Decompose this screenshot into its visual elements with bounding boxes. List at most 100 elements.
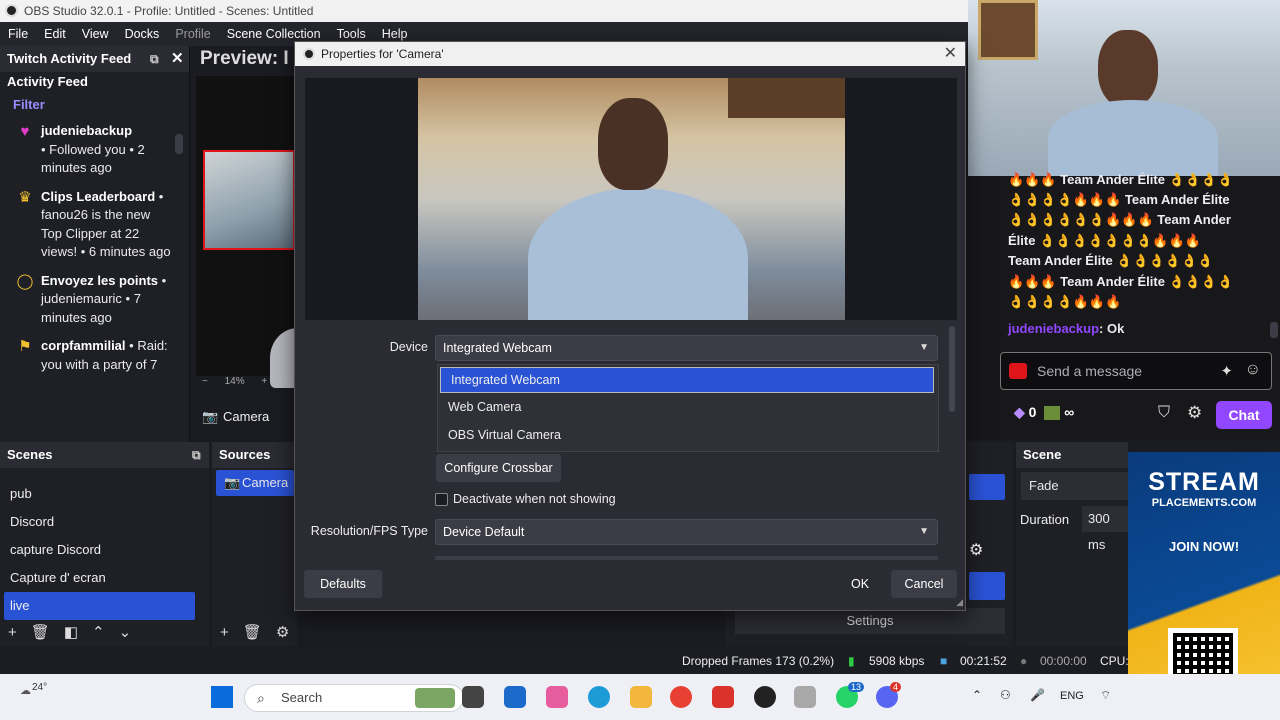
task-view-icon[interactable]: [462, 686, 484, 708]
dropdown-option[interactable]: Web Camera: [438, 393, 938, 421]
move-up-icon[interactable]: ⌃: [92, 623, 105, 641]
close-icon[interactable]: ✕: [944, 42, 957, 66]
edge-icon[interactable]: [588, 686, 610, 708]
wifi-icon[interactable]: ⌔: [1100, 688, 1111, 703]
duration-input[interactable]: 300 ms: [1082, 506, 1128, 552]
chat-message: 🔥🔥🔥 Team Ander Élite 👌👌👌👌: [1008, 172, 1234, 187]
float-icon[interactable]: ⧉: [150, 46, 159, 72]
dropdown-option[interactable]: OBS Virtual Camera: [438, 421, 938, 449]
transition-select[interactable]: Fade: [1021, 472, 1128, 500]
resolution-select[interactable]: Device Default ▼: [435, 519, 938, 545]
network-icon[interactable]: ⚇: [1000, 688, 1011, 702]
wall-picture: [728, 78, 845, 118]
chat-scrollbar[interactable]: [1270, 322, 1278, 338]
scene-item[interactable]: capture Discord: [0, 536, 209, 564]
mic-icon[interactable]: 🎤: [1030, 688, 1045, 702]
menu-tools[interactable]: Tools: [329, 27, 374, 41]
dropdown-option-selected[interactable]: Integrated Webcam: [440, 367, 934, 393]
chevron-up-icon[interactable]: ⌃: [972, 688, 982, 702]
store-icon[interactable]: [504, 686, 526, 708]
add-icon[interactable]: +: [220, 624, 229, 641]
copilot-icon[interactable]: [546, 686, 568, 708]
feed-item: ⚑ corpfammilial • Raid: you with a party…: [0, 333, 189, 380]
sparkle-icon[interactable]: ✦: [1220, 362, 1233, 380]
studio-mode-button[interactable]: [969, 572, 1005, 600]
deactivate-checkbox[interactable]: [435, 493, 448, 506]
anydesk-icon[interactable]: [712, 686, 734, 708]
start-streaming-button[interactable]: [969, 474, 1005, 500]
window-title: OBS Studio 32.0.1 - Profile: Untitled - …: [24, 4, 314, 18]
ad-brand: STREAM: [1148, 468, 1260, 496]
scene-item-selected[interactable]: live: [4, 592, 195, 620]
weather-icon[interactable]: ☁: [20, 684, 31, 697]
source-item[interactable]: 📷 Camera: [216, 470, 294, 496]
ad-sub: PLACEMENTS.COM: [1151, 497, 1257, 509]
points-icon: ◆: [1014, 404, 1025, 420]
dialog-title: Properties for 'Camera': [321, 47, 444, 61]
file-explorer-icon[interactable]: [630, 686, 652, 708]
zoom-plus[interactable]: +: [261, 376, 267, 387]
taskbar: ☁ 24° ⌕ Search 13 4 ⌃ ⚇ 🎤 ENG ⌔: [0, 674, 1280, 720]
menu-docks[interactable]: Docks: [117, 27, 168, 41]
sources-title: Sources: [219, 447, 271, 462]
ok-button[interactable]: OK: [835, 570, 885, 598]
source-toolbar: 📷 Camera: [196, 404, 296, 430]
chevron-down-icon: ▼: [919, 342, 929, 353]
filter-link[interactable]: Filter: [0, 91, 189, 118]
scene-item[interactable]: Capture d' ecran: [0, 564, 209, 592]
move-down-icon[interactable]: ⌄: [119, 623, 132, 641]
camera-icon: 📷: [202, 409, 219, 424]
menu-help[interactable]: Help: [374, 27, 416, 41]
crown-icon: ♛: [18, 188, 32, 206]
scene-item[interactable]: pub: [0, 480, 209, 508]
app-icon[interactable]: [794, 686, 816, 708]
resize-grip-icon[interactable]: ◢: [956, 597, 963, 608]
preview-camera-source[interactable]: [203, 150, 295, 250]
float-icon[interactable]: ⧉: [192, 442, 201, 468]
close-icon[interactable]: ✕: [171, 46, 184, 72]
next-field-edge: [435, 556, 938, 560]
source-toolbar-label: Camera: [223, 409, 270, 424]
filter-icon[interactable]: ◧: [64, 623, 78, 641]
obs-taskbar-icon[interactable]: [754, 686, 776, 708]
settings-button[interactable]: Settings: [735, 608, 1005, 634]
gear-icon[interactable]: ⚙: [276, 623, 289, 641]
menu-profile[interactable]: Profile: [167, 27, 218, 41]
status-bar: Dropped Frames 173 (0.2%) ▮ 5908 kbps ■ …: [0, 646, 1129, 674]
chat-send-button[interactable]: Chat: [1216, 401, 1272, 429]
configure-crossbar-button[interactable]: Configure Crossbar: [436, 454, 561, 482]
defaults-button[interactable]: Defaults: [304, 570, 382, 598]
record-icon: ■: [940, 654, 948, 668]
chat-input[interactable]: Send a message ✦ ☺: [1000, 352, 1272, 390]
scene-item[interactable]: Discord: [0, 508, 209, 536]
menu-file[interactable]: File: [0, 27, 36, 41]
shield-icon[interactable]: ⛉: [1158, 404, 1170, 422]
trash-icon[interactable]: 🗑: [31, 623, 50, 641]
gear-icon[interactable]: ⚙: [969, 540, 993, 564]
emote-icon[interactable]: ☺: [1245, 361, 1261, 379]
heart-icon: ♥: [20, 123, 30, 140]
cancel-button[interactable]: Cancel: [891, 570, 957, 598]
menu-scene-collection[interactable]: Scene Collection: [219, 27, 329, 41]
feed-item-name: judeniebackup: [41, 123, 133, 138]
windows-start-icon[interactable]: [211, 686, 233, 708]
obs-logo-icon: [303, 48, 315, 60]
preview-title: Preview: I: [200, 48, 289, 69]
bitrate: 5908 kbps: [869, 654, 925, 668]
menu-view[interactable]: View: [74, 27, 117, 41]
chrome-icon[interactable]: [670, 686, 692, 708]
search-placeholder: Search: [281, 690, 323, 705]
gear-icon[interactable]: ⚙: [1187, 403, 1202, 423]
device-select[interactable]: Integrated Webcam ▼: [435, 335, 938, 361]
dialog-scrollbar[interactable]: [949, 326, 955, 412]
chat-username[interactable]: judeniebackup: [1008, 321, 1099, 336]
raid-icon: ⚑: [18, 338, 32, 355]
taskbar-search[interactable]: ⌕ Search: [244, 684, 464, 712]
stream-time: 00:00:00: [1040, 654, 1087, 668]
feed-scrollbar[interactable]: [175, 134, 183, 154]
zoom-minus[interactable]: −: [202, 376, 208, 387]
add-icon[interactable]: +: [8, 624, 17, 641]
language-indicator[interactable]: ENG: [1060, 690, 1084, 702]
menu-edit[interactable]: Edit: [36, 27, 74, 41]
trash-icon[interactable]: 🗑: [243, 623, 262, 641]
